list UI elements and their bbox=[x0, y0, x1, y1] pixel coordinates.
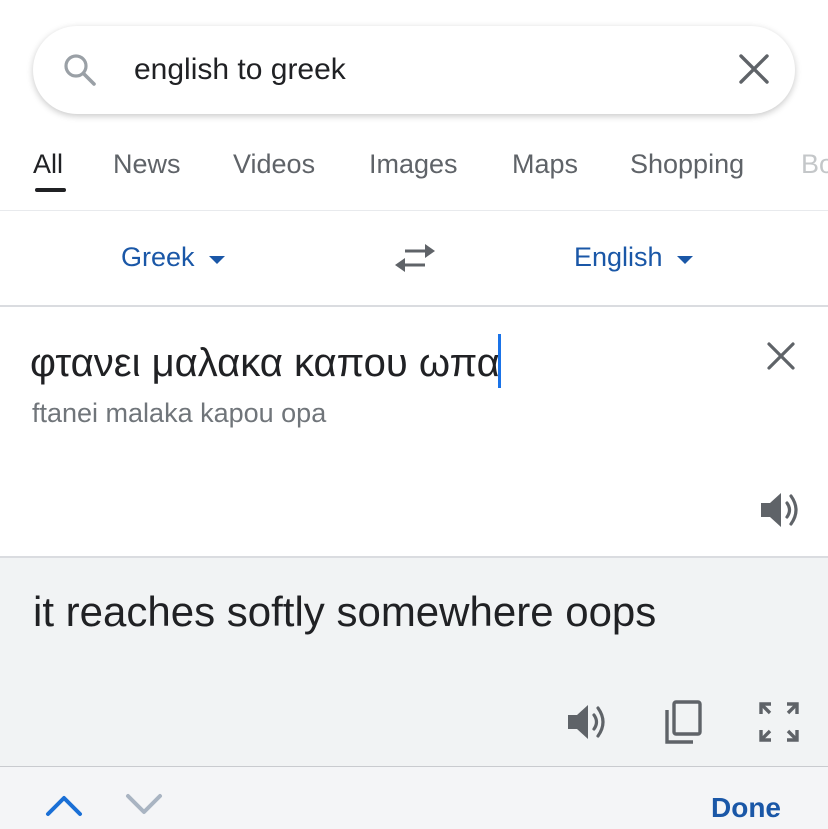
tab-news[interactable]: News bbox=[113, 149, 181, 180]
transliteration: ftanei malaka kapou opa bbox=[32, 398, 327, 428]
source-text: φτανει μαλακα καπου ωπα bbox=[30, 341, 500, 385]
source-language-select[interactable]: Greek bbox=[121, 242, 225, 273]
target-language-select[interactable]: English bbox=[574, 242, 693, 273]
close-icon[interactable] bbox=[737, 52, 771, 86]
speaker-icon[interactable] bbox=[566, 702, 608, 742]
search-icon[interactable] bbox=[62, 52, 98, 88]
target-language-label: English bbox=[574, 242, 663, 272]
tab-shopping[interactable]: Shopping bbox=[630, 149, 744, 180]
caret-down-icon bbox=[208, 255, 225, 264]
expand-icon[interactable] bbox=[757, 700, 801, 744]
text-cursor bbox=[497, 334, 501, 388]
search-tabs: All News Videos Images Maps Shopping Bo bbox=[0, 140, 828, 206]
speaker-icon[interactable] bbox=[759, 490, 801, 530]
tab-books[interactable]: Bo bbox=[801, 149, 828, 180]
done-button[interactable]: Done bbox=[711, 792, 781, 824]
tab-images[interactable]: Images bbox=[369, 149, 458, 180]
copy-icon[interactable] bbox=[663, 700, 703, 744]
source-language-label: Greek bbox=[121, 242, 195, 272]
tab-videos[interactable]: Videos bbox=[233, 149, 315, 180]
chevron-up-icon[interactable] bbox=[44, 792, 84, 818]
swap-icon[interactable] bbox=[393, 240, 437, 276]
caret-down-icon bbox=[676, 255, 693, 264]
language-divider bbox=[0, 305, 828, 307]
search-input[interactable]: english to greek bbox=[134, 52, 346, 88]
tab-all[interactable]: All bbox=[33, 149, 63, 180]
chevron-down-icon[interactable] bbox=[124, 792, 164, 818]
translated-text: it reaches softly somewhere oops bbox=[33, 588, 657, 635]
source-text-input[interactable]: φτανει μαλακα καπου ωπα bbox=[30, 334, 501, 388]
active-tab-indicator bbox=[35, 188, 66, 192]
tabs-divider bbox=[0, 210, 828, 211]
tab-maps[interactable]: Maps bbox=[512, 149, 578, 180]
close-icon[interactable] bbox=[765, 340, 797, 372]
